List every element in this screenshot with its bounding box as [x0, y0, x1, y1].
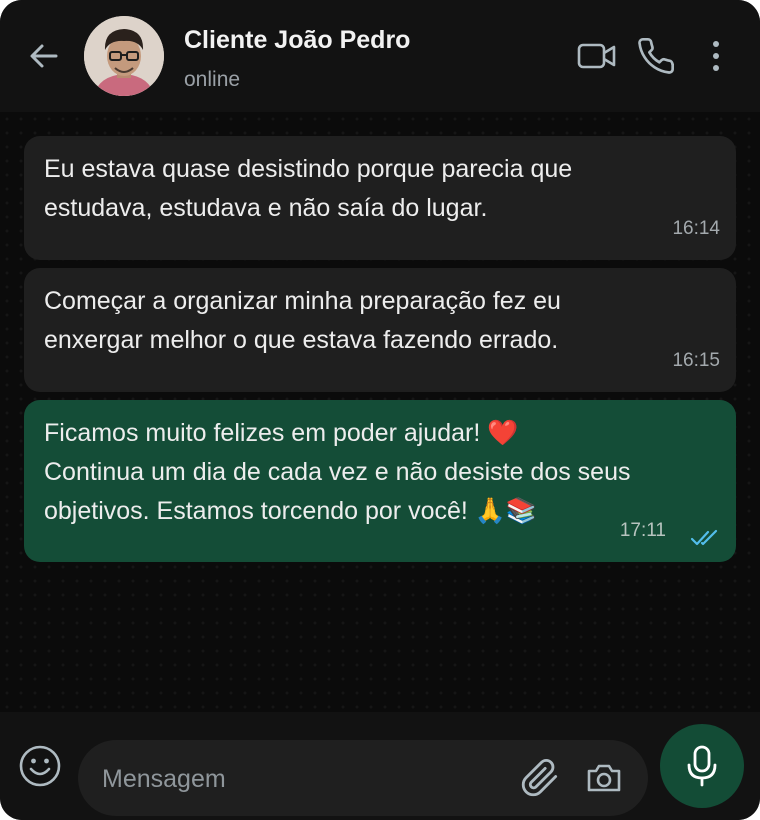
message-bubble-incoming[interactable]: Eu estava quase desistindo porque pareci… [24, 136, 736, 260]
message-time: 16:14 [672, 218, 720, 239]
message-time: 16:15 [672, 350, 720, 371]
contact-name[interactable]: Cliente João Pedro [184, 26, 410, 55]
paperclip-icon [521, 759, 558, 797]
arrow-left-icon [30, 44, 58, 68]
message-list[interactable]: Eu estava quase desistindo porque pareci… [0, 112, 760, 712]
camera-icon [587, 764, 621, 792]
composer-bar [0, 712, 760, 820]
emoji-icon [19, 745, 61, 787]
phone-icon [638, 37, 675, 74]
back-button[interactable] [26, 38, 62, 74]
voice-call-button[interactable] [636, 36, 676, 76]
message-text: Ficamos muito felizes em poder ajudar! ❤… [44, 419, 631, 525]
chat-window: Cliente João Pedro online Eu estava quas… [0, 0, 760, 820]
message-input[interactable] [100, 756, 504, 802]
message-time: 17:11 [619, 520, 666, 541]
avatar[interactable] [84, 16, 164, 96]
video-camera-icon [577, 43, 616, 69]
message-bubble-outgoing[interactable]: Ficamos muito felizes em poder ajudar! ❤… [24, 400, 736, 562]
message-text: Começar a organizar minha preparação fez… [44, 287, 561, 354]
emoji-button[interactable] [18, 744, 62, 788]
message-input-container [78, 740, 648, 816]
menu-button[interactable] [704, 36, 728, 76]
microphone-icon [687, 745, 717, 787]
camera-button[interactable] [584, 758, 624, 798]
contact-photo [84, 16, 164, 96]
attach-button[interactable] [520, 758, 560, 798]
voice-message-button[interactable] [660, 724, 744, 808]
contact-status: online [184, 68, 241, 91]
chat-header: Cliente João Pedro online [0, 0, 760, 112]
message-bubble-incoming[interactable]: Começar a organizar minha preparação fez… [24, 268, 736, 392]
message-text: Eu estava quase desistindo porque pareci… [44, 155, 573, 222]
video-call-button[interactable] [576, 36, 618, 76]
double-check-icon [690, 529, 718, 546]
more-vertical-icon [713, 41, 719, 71]
